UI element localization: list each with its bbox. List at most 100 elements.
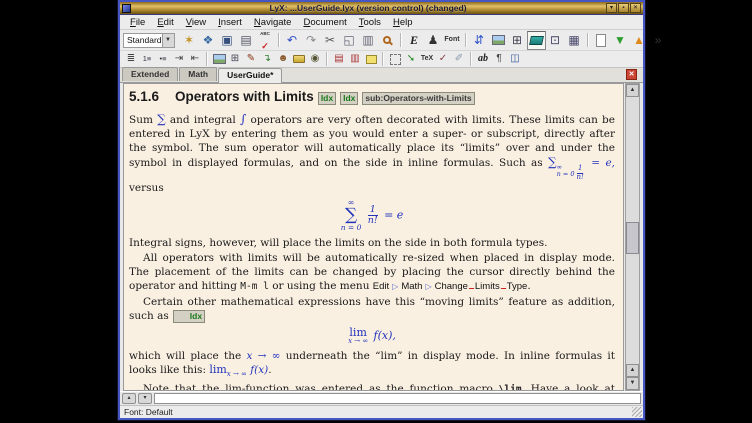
open-folder-icon[interactable] [291,52,307,67]
sum-operator: ∞ ∑ n = 0 [341,199,362,232]
inline-math[interactable]: x → ∞ [246,350,280,362]
scrollbar-thumb[interactable] [626,222,639,254]
scroll-down-button[interactable]: ▼ [626,377,639,390]
fraction: 1 n! [368,205,378,226]
resize-grip[interactable] [632,407,642,417]
shade-button[interactable]: ▾ [606,3,617,13]
save-icon[interactable]: ▣ [218,31,237,50]
maximize-button[interactable]: ▪ [618,3,629,13]
insert-figure2-glyph [213,54,226,64]
paragraph: All operators with limits will be automa… [129,251,615,294]
insert-matrix-icon[interactable]: ▦ [565,31,584,50]
toolbar-separator [400,33,402,47]
document-canvas[interactable]: 5.1.6 Operators with Limits Idx Idx sub:… [123,83,624,391]
noun-icon[interactable]: ♟ [424,31,443,50]
paragraph-settings-icon[interactable]: ¶ [491,52,507,67]
toolbar-separator [465,33,467,47]
line-spacing-icon[interactable]: ⇵ [470,31,489,50]
preview-eye-icon[interactable]: ◉ [307,52,323,67]
redo-icon[interactable]: ↷ [302,31,321,50]
toolbar-separator [326,52,328,66]
text-style-glyph: ab [478,54,488,64]
insert-label-glyph: ✎ [247,54,255,64]
math-panel-icon[interactable] [527,31,546,50]
history-down-button[interactable]: ▾ [138,393,152,404]
cut-icon[interactable]: ✂ [321,31,340,50]
insert-graphics-icon[interactable]: ⊡ [546,31,565,50]
insert-note-icon[interactable] [363,52,379,67]
paste-icon[interactable]: ▥ [359,31,378,50]
vertical-scrollbar[interactable]: ▲ ▲ ▼ [625,83,640,391]
insert-figure-icon[interactable] [489,31,508,50]
print-icon[interactable]: ▤ [237,31,256,50]
insert-footnote-icon[interactable]: ▤ [331,52,347,67]
paragraph: Certain other mathematical expressions h… [129,295,615,323]
text-style-icon[interactable]: ab [475,52,491,67]
close-buffer-button[interactable]: ✕ [626,69,637,80]
spellcheck-icon[interactable]: ABC✓ [256,31,275,50]
history-up-button[interactable]: ▴ [122,393,136,404]
find-icon[interactable] [378,31,397,50]
toolbar-separator [382,52,384,66]
index-inset[interactable]: Idx [173,310,205,323]
menu-edit[interactable]: Edit [151,16,179,29]
toolbar-overflow-icon[interactable]: » [649,31,668,50]
menu-tools[interactable]: Tools [353,16,387,29]
menu-view[interactable]: View [180,16,212,29]
scroll-up-button-bottom[interactable]: ▲ [626,364,639,377]
insert-file-glyph: ➘ [407,54,415,64]
font-icon[interactable]: Font [443,31,462,50]
depth-increment-icon[interactable]: ▲ [630,31,649,50]
tex-code-icon[interactable]: TeX [419,52,435,67]
insert-table-icon[interactable]: ⊞ [508,31,527,50]
preview-document-glyph [596,34,606,47]
menu-navigate[interactable]: Navigate [248,16,298,29]
display-formula-sum[interactable]: ∞ ∑ n = 0 1 n! = e [129,199,615,232]
new-document-icon[interactable]: ✶ [180,31,199,50]
noun-glyph: ♟ [428,34,439,46]
tab-extended[interactable]: Extended [122,67,178,81]
insert-marginnote-icon[interactable]: ▥ [347,52,363,67]
protected-space-marker [469,284,474,289]
thesaurus-icon[interactable]: ◫ [507,52,523,67]
attach-icon[interactable]: ✐ [451,52,467,67]
bullet-list-glyph: •≡ [159,54,166,64]
version-check-icon[interactable]: ✓ [435,52,451,67]
index-inset[interactable]: Idx [318,92,336,105]
spell-abc: ABC [260,28,270,40]
insert-file-icon[interactable]: ➘ [403,52,419,67]
scrollbar-track[interactable] [626,97,639,364]
index-inset[interactable]: Idx [340,92,358,105]
scroll-up-button[interactable]: ▲ [626,84,639,97]
menu-help[interactable]: Help [387,16,419,29]
open-document-icon[interactable]: ❖ [199,31,218,50]
emphasis-icon[interactable]: E [405,31,424,50]
menu-file[interactable]: File [124,16,151,29]
display-formula-lim[interactable]: lim x → ∞ f(x), [129,327,615,345]
tab-math[interactable]: Math [179,67,217,81]
tab-userguide[interactable]: UserGuide* [218,68,282,83]
inline-lim-formula[interactable]: limx → ∞ f(x) [209,364,268,376]
undo-icon[interactable]: ↶ [283,31,302,50]
menu-insert[interactable]: Insert [212,16,248,29]
denominator: n! [577,174,584,182]
preview-document-icon[interactable] [592,31,611,50]
section-number: 5.1.6 [129,90,159,104]
chevron-down-icon[interactable]: ▼ [162,34,174,47]
paragraph-layout-combo[interactable]: Standard ▼ [123,33,175,48]
math-symbol: ∑ [157,112,166,126]
close-button[interactable]: ✕ [630,3,641,13]
paragraph-settings-glyph: ¶ [496,54,501,64]
numbered-list-glyph: 1≡ [143,54,152,64]
menu-document[interactable]: Document [297,16,352,29]
title-bar[interactable]: LyX: ...UserGuide.lyx (version control) … [120,2,643,15]
equals-rhs: = e, [586,157,615,169]
insert-box-icon[interactable] [387,52,403,67]
insert-table-glyph: ⊞ [512,34,522,46]
inline-sum-formula[interactable]: ∑∞n = 01n! = e, [548,157,615,169]
copy-icon[interactable]: ◱ [340,31,359,50]
label-inset[interactable]: sub:Operators-with-Limits [362,92,474,105]
toolbar-overflow-glyph: » [655,34,662,46]
command-minibuffer-input[interactable] [154,393,641,404]
depth-decrement-icon[interactable]: ▼ [611,31,630,50]
